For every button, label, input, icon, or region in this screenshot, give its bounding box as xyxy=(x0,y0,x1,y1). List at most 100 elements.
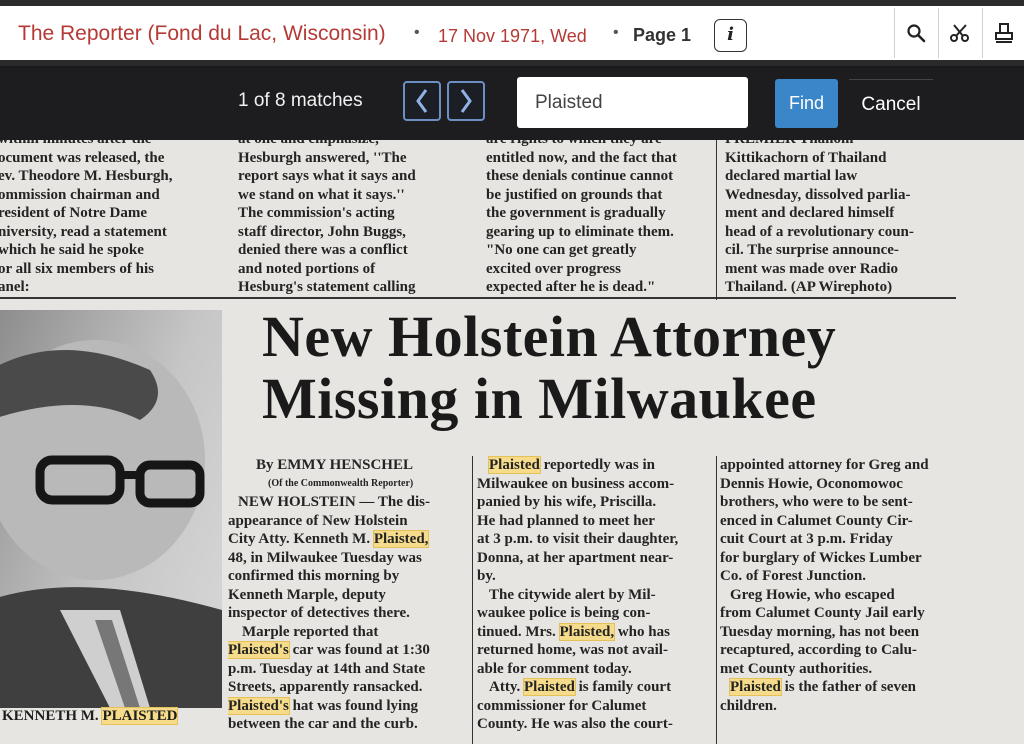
headline-line-2: Missing in Milwaukee xyxy=(262,366,817,431)
search-highlight[interactable]: PLAISTED xyxy=(101,707,179,725)
print-icon xyxy=(995,23,1013,43)
text-line: Plaisted is the father of seven xyxy=(729,678,916,696)
text-line: able for comment today. xyxy=(477,660,632,677)
search-highlight[interactable]: Plaisted, xyxy=(558,622,616,641)
text-line: gearing up to eliminate them. xyxy=(486,223,674,240)
text-line: and noted portions of xyxy=(238,260,376,277)
text-line: met County authorities. xyxy=(720,660,873,677)
text-line: ev. Theodore M. Hesburgh, xyxy=(0,168,173,184)
clip-icon xyxy=(950,24,969,42)
byline-source: (Of the Commonwealth Reporter) xyxy=(268,477,414,489)
text-line: recaptured, according to Calu- xyxy=(720,642,917,658)
info-button[interactable]: i xyxy=(714,19,747,52)
publication-title[interactable]: The Reporter (Fond du Lac, Wisconsin) xyxy=(18,22,386,46)
text-line: for burglary of Wickes Lumber xyxy=(720,549,922,566)
text-line: Hesburg's statement calling xyxy=(238,279,416,295)
column-rule xyxy=(716,456,717,744)
separator: • xyxy=(613,24,619,41)
find-button[interactable]: Find xyxy=(775,79,838,128)
text-line: excited over progress xyxy=(486,260,621,277)
text-line: NEW HOLSTEIN — The dis- xyxy=(238,494,431,510)
text-line: resident of Notre Dame xyxy=(0,205,147,221)
search-highlight[interactable]: Plaisted xyxy=(729,678,782,696)
text-line: Hesburgh answered, ''The xyxy=(238,149,407,166)
byline: By EMMY HENSCHEL xyxy=(256,457,413,473)
cancel-button[interactable]: Cancel xyxy=(849,79,933,129)
text-line: Atty. Plaisted is family court xyxy=(489,678,672,696)
body-column-1: By EMMY HENSCHEL (Of the Commonwealth Re… xyxy=(228,456,468,734)
body-column-3: appointed attorney for Greg and Dennis H… xyxy=(720,456,960,715)
newspaper-page[interactable]: within minutes after the ocument was rel… xyxy=(0,140,1024,744)
search-highlight[interactable]: Plaisted, xyxy=(372,530,430,548)
text-line: waukee police is being con- xyxy=(477,605,651,621)
text-line: Kittikachorn of Thailand xyxy=(725,149,887,166)
text-line: these denials continue cannot xyxy=(486,168,674,184)
separator: • xyxy=(414,24,420,41)
text-line: head of a revolutionary coun- xyxy=(725,223,914,240)
headline-line-1: New Holstein Attorney xyxy=(262,304,837,369)
text-line: appearance of New Holstein xyxy=(228,512,408,529)
chevron-left-icon xyxy=(416,89,428,113)
clip-tool-button[interactable] xyxy=(938,8,981,58)
text-line: Streets, apparently ransacked. xyxy=(228,679,423,695)
text-line: Plaisted reportedly was in xyxy=(488,456,655,474)
column-rule xyxy=(716,140,717,300)
match-count: 1 of 8 matches xyxy=(238,90,363,111)
text-line: cuit Court at 3 p.m. Friday xyxy=(720,531,893,547)
text-line: between the car and the curb. xyxy=(228,716,418,732)
text-line: Thailand. (AP Wirephoto) xyxy=(725,279,893,295)
text-line: ommission chairman and xyxy=(0,186,160,203)
text-line: ocument was released, the xyxy=(0,149,165,166)
text-line: children. xyxy=(720,697,777,714)
search-input[interactable] xyxy=(517,77,748,128)
text-line: declared martial law xyxy=(725,168,858,184)
chevron-right-icon xyxy=(460,89,472,113)
text-line: Donna, at her apartment near- xyxy=(477,549,674,566)
search-tool-button[interactable] xyxy=(894,8,937,58)
search-highlight[interactable]: Plaisted xyxy=(488,456,541,474)
text-line: expected after he is dead." xyxy=(486,279,656,295)
page-number: Page 1 xyxy=(633,25,692,45)
text-line: 48, in Milwaukee Tuesday was xyxy=(228,549,422,566)
portrait-photo xyxy=(0,310,222,708)
text-line: commissioner for Calumet xyxy=(477,697,647,714)
text-line: City Atty. Kenneth M. Plaisted, xyxy=(228,530,430,548)
previous-match-button[interactable] xyxy=(403,81,441,121)
text-line: niversity, read a statement xyxy=(0,223,167,240)
text-line: tinued. Mrs. Plaisted, who has xyxy=(477,622,670,641)
text-line: cil. The surprise announce- xyxy=(725,242,899,258)
text-line: from Calumet County Jail early xyxy=(720,605,925,621)
search-highlight[interactable]: Plaisted's xyxy=(228,641,290,659)
publication-date[interactable]: 17 Nov 1971, Wed xyxy=(438,26,587,47)
search-highlight[interactable]: Plaisted's xyxy=(228,696,290,715)
top-column-2: at one and emphasize, Hesburgh answered,… xyxy=(238,140,466,297)
text-line: inspector of detectives there. xyxy=(228,605,410,621)
text-line: report says what it says and xyxy=(238,168,416,184)
next-match-button[interactable] xyxy=(447,81,485,121)
print-tool-button[interactable] xyxy=(982,8,1024,58)
text-line: denied there was a conflict xyxy=(238,242,408,258)
text-line: confirmed this morning by xyxy=(228,568,400,584)
photo-caption: KENNETH M. PLAISTED xyxy=(2,707,179,725)
text-line: we stand on what it says.'' xyxy=(238,186,405,203)
text-line: County. He was also the court- xyxy=(477,716,673,732)
text-line: p.m. Tuesday at 14th and State xyxy=(228,660,426,677)
text-line: Tuesday morning, has not been xyxy=(720,623,920,640)
search-highlight[interactable]: Plaisted xyxy=(523,678,576,696)
column-rule xyxy=(472,456,473,744)
text-line: at one and emphasize, xyxy=(238,140,466,149)
text-line: Wednesday, dissolved parlia- xyxy=(725,186,911,203)
text-line: which he said he spoke xyxy=(0,242,144,258)
text-line: Milwaukee on business accom- xyxy=(477,475,675,492)
text-line: He had planned to meet her xyxy=(477,512,655,529)
portrait-image xyxy=(0,340,222,708)
text-line: within minutes after the xyxy=(0,140,216,149)
text-line: appointed attorney for Greg and xyxy=(720,457,929,473)
article-headline: New Holstein Attorney Missing in Milwauk… xyxy=(262,306,836,430)
text-line: "No one can get greatly xyxy=(486,242,637,258)
text-line: are rights to which they are xyxy=(486,140,710,149)
text-line: The citywide alert by Mil- xyxy=(489,586,656,603)
text-line: Co. of Forest Junction. xyxy=(720,568,866,584)
top-column-4: PREMIER Thanom Kittikachorn of Thailand … xyxy=(725,140,951,297)
top-header: The Reporter (Fond du Lac, Wisconsin) • … xyxy=(0,0,1024,67)
